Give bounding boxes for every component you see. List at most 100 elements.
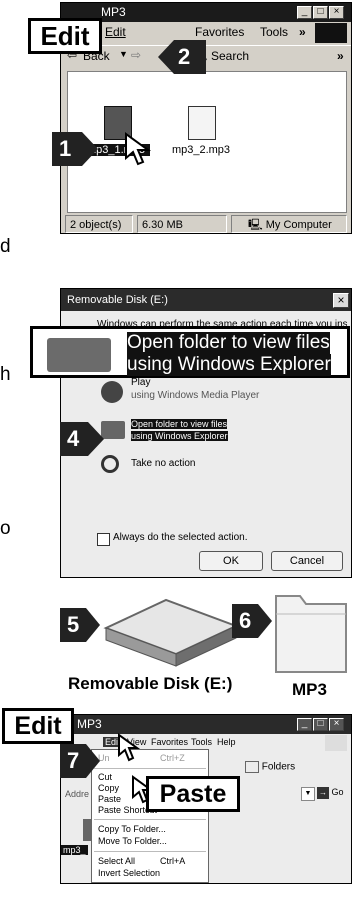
folder-icon bbox=[101, 421, 125, 439]
menu-separator bbox=[94, 819, 206, 820]
menu-item-cut[interactable]: Cut bbox=[98, 772, 112, 782]
step-marker-2: 2 bbox=[158, 40, 206, 74]
no-action-icon bbox=[101, 455, 119, 473]
menu-item-undo[interactable]: Un Ctrl+Z bbox=[98, 753, 204, 763]
menu-item-move-to-folder[interactable]: Move To Folder... bbox=[98, 836, 167, 846]
menu-separator bbox=[94, 851, 206, 852]
address-dropdown-icon[interactable]: ▼ bbox=[301, 787, 315, 801]
option-no-action[interactable]: Take no action bbox=[101, 455, 321, 479]
removable-disk-icon bbox=[103, 598, 239, 667]
window-title: MP3 bbox=[101, 5, 126, 19]
close-button[interactable]: × bbox=[329, 718, 344, 731]
mouse-cursor-icon bbox=[118, 733, 141, 762]
file-name: mp3_2.mp3 bbox=[171, 144, 231, 156]
my-computer-icon: 🖳 bbox=[248, 219, 263, 231]
step-number: 5 bbox=[67, 612, 80, 637]
cancel-button[interactable]: Cancel bbox=[271, 551, 343, 571]
step-number: 7 bbox=[67, 748, 80, 773]
folders-label: Folders bbox=[261, 761, 296, 773]
step-marker-6: 6 bbox=[232, 604, 272, 638]
go-button[interactable]: → Go bbox=[317, 787, 344, 799]
zoom-line1: Open folder to view files bbox=[127, 332, 330, 354]
menu-edit[interactable]: Edit bbox=[105, 25, 126, 39]
menu-item-shortcut: Ctrl+Z bbox=[160, 753, 185, 763]
folders-icon bbox=[245, 761, 259, 773]
windows-logo-icon bbox=[325, 735, 347, 751]
minimize-button[interactable]: _ bbox=[297, 718, 312, 731]
option-open-line2: using Windows Explorer bbox=[131, 431, 228, 441]
toolbar-more[interactable]: » bbox=[337, 49, 344, 63]
mp3-folder-icon bbox=[275, 595, 347, 673]
option-play-line2: using Windows Media Player bbox=[131, 390, 260, 401]
media-player-icon bbox=[101, 381, 123, 403]
toolbar: ⇦ Back ▼ ⇨ 🔍 Search » bbox=[61, 45, 351, 68]
menu-favorites[interactable]: Favorites bbox=[151, 737, 188, 747]
mp3-file-icon bbox=[188, 106, 216, 140]
folders-button[interactable]: Folders bbox=[245, 761, 295, 773]
menu-item-shortcut: Ctrl+A bbox=[160, 856, 186, 866]
always-do-checkbox[interactable] bbox=[97, 533, 110, 546]
option-play[interactable]: Play using Windows Media Player bbox=[101, 377, 321, 409]
file-pane: mp3_1.mp3 mp3_2.mp3 bbox=[67, 71, 347, 213]
option-no-action-label: Take no action bbox=[131, 458, 196, 469]
menu-favorites[interactable]: Favorites bbox=[195, 25, 244, 39]
option-play-line1: Play bbox=[131, 377, 151, 388]
always-do-label: Always do the selected action. bbox=[113, 532, 248, 543]
explorer-window-mp3: MP3 _ □ × Edit Favorites Tools » ⇦ Back … bbox=[60, 2, 352, 234]
back-dropdown-icon[interactable]: ▼ bbox=[119, 49, 128, 59]
body-text-fragment: o bbox=[0, 518, 11, 539]
step-marker-7: 7 bbox=[60, 744, 100, 778]
body-text-fragment: d bbox=[0, 236, 11, 257]
dialog-title-bar: Removable Disk (E:) bbox=[61, 289, 351, 311]
option-open-line1: Open folder to view files bbox=[131, 419, 228, 429]
go-arrow-icon: → bbox=[317, 787, 329, 799]
search-button[interactable]: Search bbox=[211, 49, 249, 63]
address-label: Addre bbox=[65, 789, 90, 799]
mouse-cursor-icon bbox=[125, 132, 152, 166]
go-label: Go bbox=[331, 787, 344, 797]
menu-tools[interactable]: Tools bbox=[260, 25, 288, 39]
dialog-title: Removable Disk (E:) bbox=[67, 294, 168, 306]
menu-tools[interactable]: Tools bbox=[191, 737, 212, 747]
file-item[interactable]: mp3_2.mp3 bbox=[166, 106, 236, 176]
menu-item-label: Select All bbox=[98, 856, 136, 866]
close-button[interactable]: × bbox=[329, 6, 344, 19]
step-marker-1: 1 bbox=[52, 132, 98, 166]
status-objects: 2 object(s) bbox=[65, 215, 133, 233]
menu-item-select-all[interactable]: Select All Ctrl+A bbox=[98, 856, 204, 866]
step-number: 1 bbox=[59, 136, 72, 161]
paste-callout: Paste bbox=[146, 776, 240, 812]
menu-bar: Edit Favorites Tools » bbox=[61, 23, 351, 43]
step-number: 2 bbox=[178, 44, 191, 69]
window-title: MP3 bbox=[77, 717, 102, 731]
status-location-text: My Computer bbox=[265, 219, 332, 231]
zoom-callout: Open folder to view files using Windows … bbox=[30, 326, 350, 378]
windows-logo-icon bbox=[315, 23, 347, 43]
option-open-folder[interactable]: Open folder to view files using Windows … bbox=[101, 417, 321, 449]
mp3-folder-label: MP3 bbox=[292, 680, 327, 699]
menu-help[interactable]: Help bbox=[217, 737, 236, 747]
menu-item-paste[interactable]: Paste bbox=[98, 794, 121, 804]
folder-open-icon bbox=[47, 338, 111, 372]
minimize-button[interactable]: _ bbox=[297, 6, 312, 19]
edit-callout: Edit bbox=[2, 708, 74, 744]
maximize-button[interactable]: □ bbox=[313, 6, 328, 19]
status-size: 6.30 MB bbox=[137, 215, 227, 233]
ok-button[interactable]: OK bbox=[199, 551, 263, 571]
edit-callout: Edit bbox=[28, 18, 102, 54]
step-number: 4 bbox=[67, 426, 80, 451]
maximize-button[interactable]: □ bbox=[313, 718, 328, 731]
step-marker-5: 5 bbox=[60, 608, 100, 642]
status-location: 🖳 My Computer bbox=[231, 215, 347, 233]
step-marker-4: 4 bbox=[60, 422, 104, 456]
step-number: 6 bbox=[239, 608, 252, 633]
menu-more[interactable]: » bbox=[299, 25, 306, 39]
zoom-line2: using Windows Explorer bbox=[127, 354, 331, 376]
removable-disk-label: Removable Disk (E:) bbox=[68, 674, 233, 693]
menu-item-copy[interactable]: Copy bbox=[98, 783, 119, 793]
dialog-close-button[interactable]: × bbox=[333, 293, 349, 308]
menu-item-invert-selection[interactable]: Invert Selection bbox=[98, 868, 160, 878]
forward-arrow-icon[interactable]: ⇨ bbox=[131, 48, 141, 62]
menu-separator bbox=[94, 768, 206, 769]
menu-item-copy-to-folder[interactable]: Copy To Folder... bbox=[98, 824, 166, 834]
